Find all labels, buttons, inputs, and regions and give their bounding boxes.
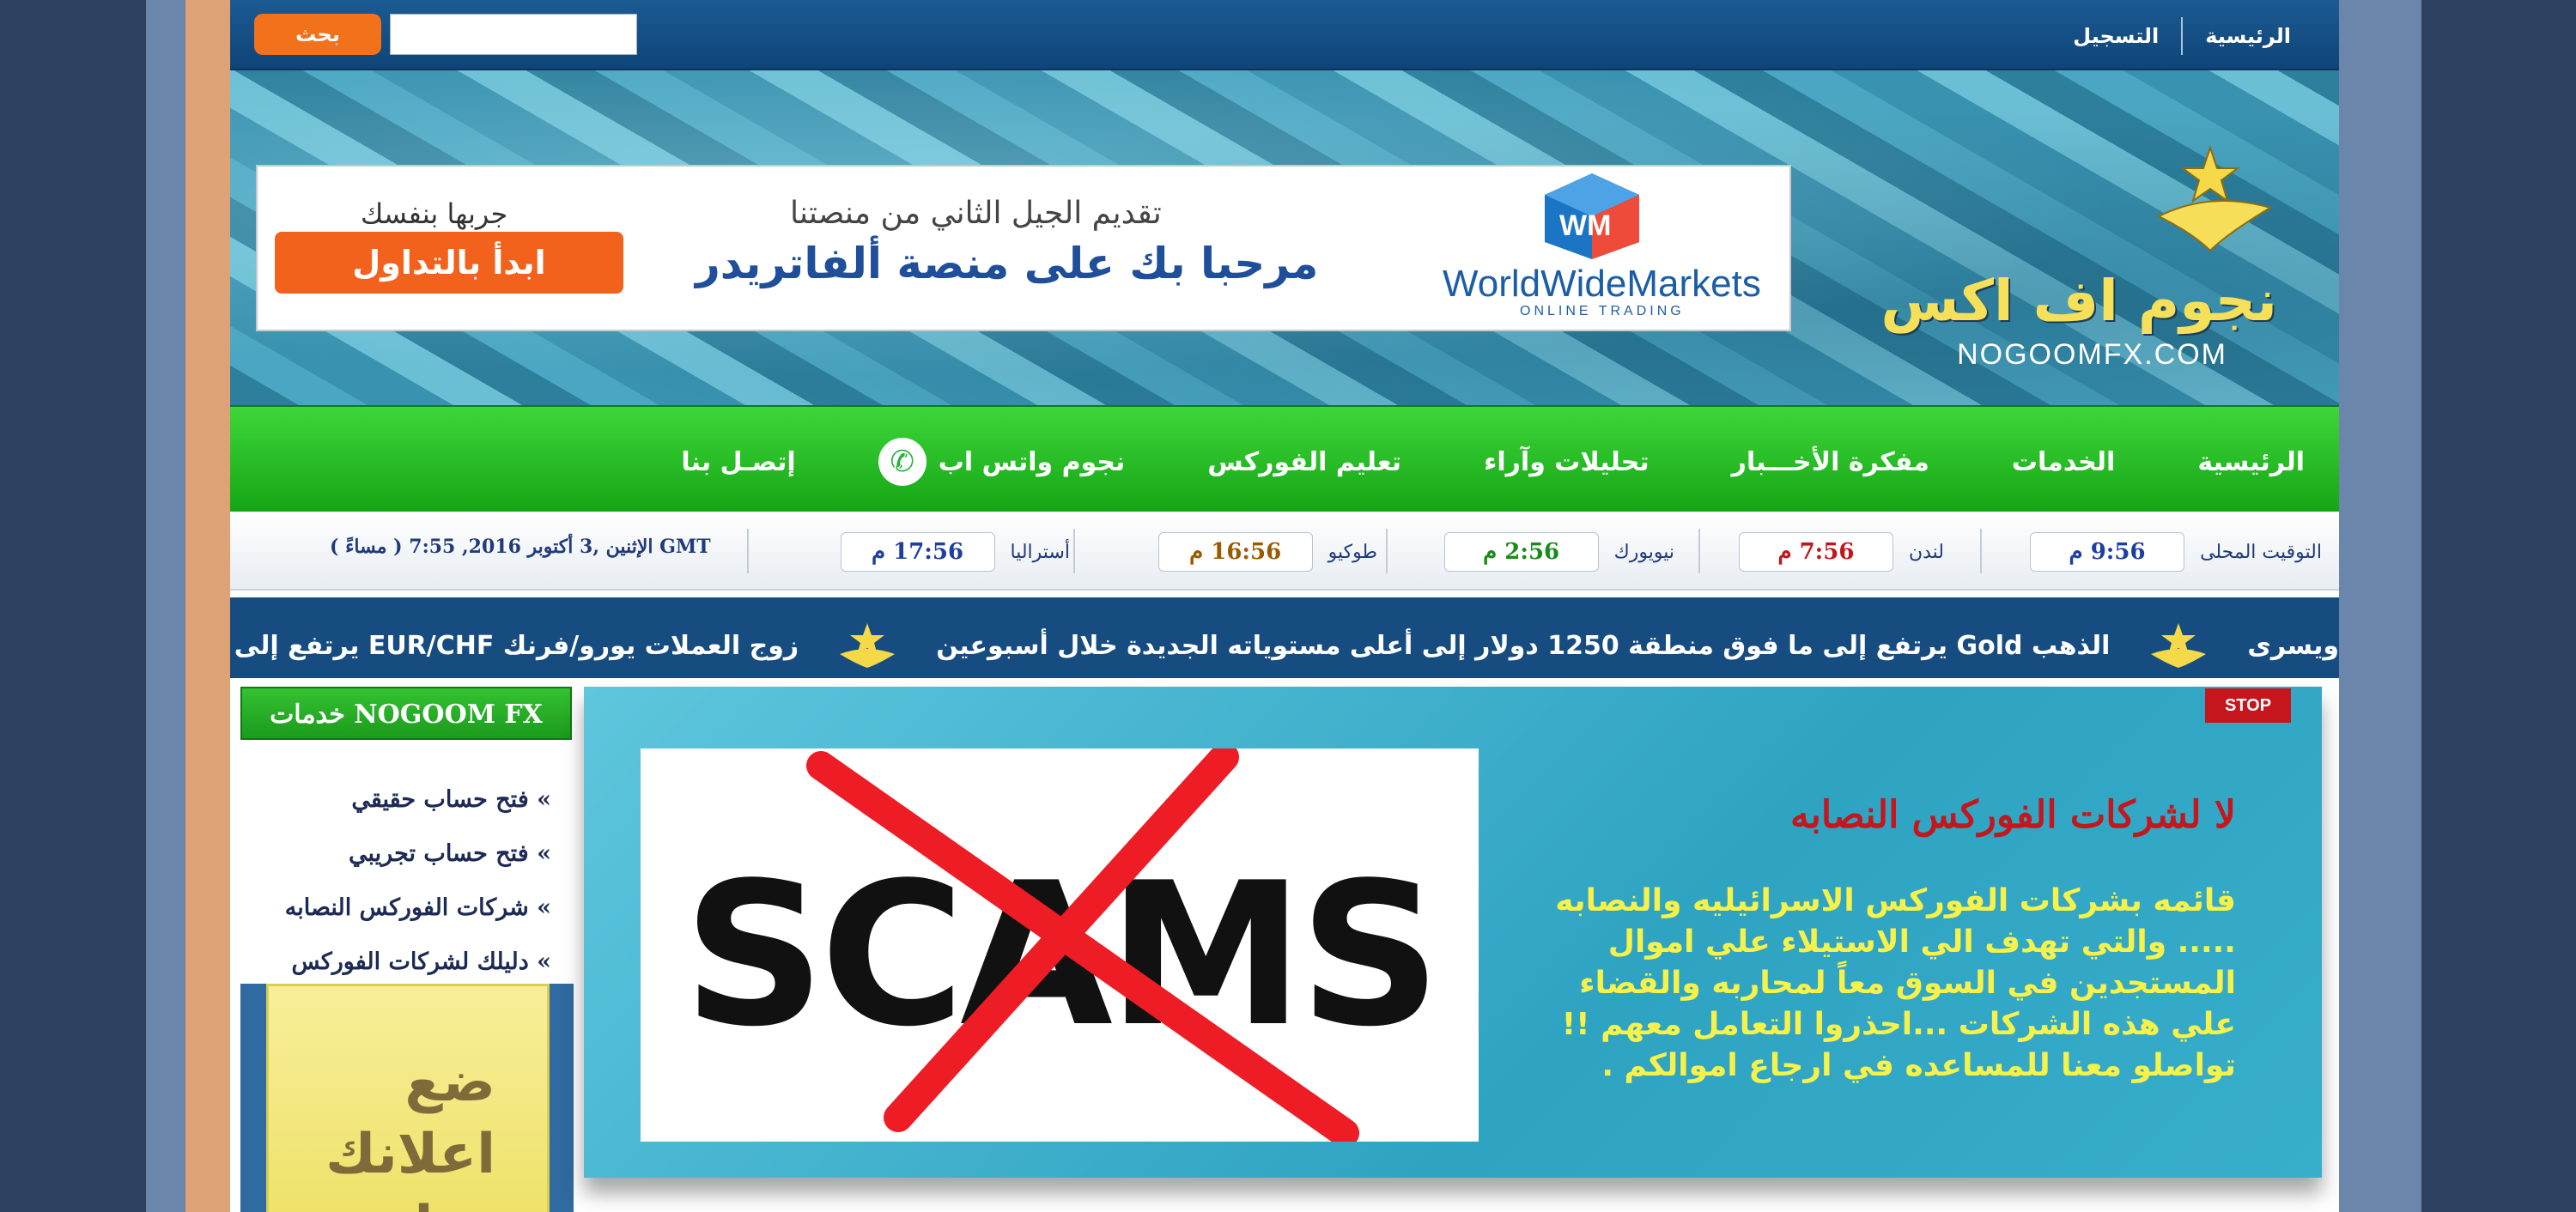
clock-divider	[747, 529, 749, 573]
clock-australia: أستراليا 17:56 م	[840, 532, 1070, 572]
search-input[interactable]	[390, 14, 637, 55]
ticker-item[interactable]: الذهب Gold يرتفع إلى ما فوق منطقة 1250 د…	[902, 631, 2144, 661]
sidebar-link-scam-companies[interactable]: » شركات الفوركس النصابه	[230, 881, 574, 935]
clock-local-label: التوقيت المحلى	[2200, 541, 2322, 563]
clock-divider	[1980, 529, 1982, 573]
clock-local-time: 9:56 م	[2030, 532, 2185, 572]
top-nav: الرئيسية التسجيل	[2050, 17, 2313, 55]
search-button[interactable]: بحث	[254, 14, 381, 55]
main-nav-news-calendar-label: مفكرة الأخـــبار	[1731, 446, 1929, 477]
ad-tagline: تقديم الجيل الثاني من منصتنا	[790, 196, 1162, 231]
clock-newyork-label: نيويورك	[1613, 541, 1674, 563]
star-logo-icon	[2151, 623, 2207, 668]
sidebar-link-demo-account[interactable]: » فتح حساب تجريبي	[230, 827, 574, 881]
ad-headline: مرحبا بك على منصة ألفاتريدر	[696, 239, 1319, 288]
top-nav-home[interactable]: الرئيسية	[2183, 24, 2313, 48]
ticker-item[interactable]: زوج العملات يورو/فرنك EUR/CHF يرتفع إلى …	[230, 631, 833, 661]
clock-london-time: 7:56 م	[1738, 532, 1893, 572]
header-ad-banner[interactable]: جربها بنفسك ابدأ بالتداول تقديم الجيل ال…	[256, 165, 1791, 331]
main-nav-analysis-label: تحليلات وآراء	[1484, 446, 1649, 477]
sidebar-ad[interactable]: ضع اعلانك هنا	[240, 984, 574, 1212]
worldwidemarkets-logo-icon: WM	[1545, 173, 1639, 259]
top-nav-divider	[2181, 17, 2184, 55]
main-nav-whatsapp[interactable]: نجوم واتس اب ✆	[837, 438, 1167, 486]
sidebar-ad-card: ضع اعلانك هنا	[266, 984, 550, 1212]
clock-australia-label: أستراليا	[1010, 541, 1070, 563]
clock-divider	[1386, 529, 1388, 573]
main-nav-contact-label: إتصـل بنا	[681, 446, 796, 477]
panel-body: قائمه بشركات الفوركس الاسرائيليه والنصاب…	[1555, 883, 2236, 1083]
site-container: الرئيسية التسجيل بحث جربها بنفسك ابدأ با…	[230, 0, 2339, 1212]
news-ticker: ويسرى الذهب Gold يرتفع إلى ما فوق منطقة …	[230, 597, 2339, 678]
sidebar-links: » فتح حساب حقيقي » فتح حساب تجريبي » شرك…	[230, 773, 574, 989]
sidebar-link-forex-guide[interactable]: » دليلك لشركات الفوركس	[230, 935, 574, 989]
world-clocks-bar: التوقيت المحلى 9:56 م لندن 7:56 م نيويور…	[230, 512, 2339, 591]
main-nav-whatsapp-label: نجوم واتس اب	[938, 446, 1126, 477]
sidebar-title: خدمات NOGOOM FX	[240, 687, 572, 740]
sidebar-link-real-account[interactable]: » فتح حساب حقيقي	[230, 773, 574, 827]
main-nav-services[interactable]: الخدمات	[1971, 438, 2156, 486]
clock-tokyo-label: طوكيو	[1327, 541, 1377, 563]
main-nav-home-label: الرئيسية	[2197, 446, 2305, 477]
ad-company-name: WorldWideMarkets	[1443, 263, 1761, 305]
top-bar: الرئيسية التسجيل بحث	[230, 0, 2339, 70]
site-header: جربها بنفسك ابدأ بالتداول تقديم الجيل ال…	[230, 70, 2339, 405]
main-nav-services-label: الخدمات	[2011, 446, 2116, 477]
svg-text:WM: WM	[1559, 209, 1611, 242]
clock-london-label: لندن	[1908, 541, 1944, 563]
stop-badge: STOP	[2205, 688, 2291, 723]
main-nav-forex-education-label: تعليم الفوركس	[1207, 446, 1402, 477]
ticker-item[interactable]: ويسرى	[2213, 631, 2339, 661]
main-nav-contact[interactable]: إتصـل بنا	[640, 438, 836, 486]
ad-slogan: جربها بنفسك	[361, 197, 508, 230]
clock-australia-time: 17:56 م	[840, 532, 995, 572]
brand-domain: NOGOOMFX.COM	[1957, 338, 2227, 371]
clock-divider	[1073, 529, 1075, 573]
top-nav-register[interactable]: التسجيل	[2050, 24, 2181, 48]
current-date: الإثنين ,3 أكتوبر 2016, 7:55 ( مساءً ) G…	[330, 536, 711, 558]
main-nav-home[interactable]: الرئيسية	[2156, 438, 2305, 486]
panel-title[interactable]: لا لشركات الفوركس النصابه	[1790, 793, 2236, 837]
whatsapp-icon: ✆	[878, 438, 927, 486]
sidebar-ad-text: ضع اعلانك هنا	[325, 1051, 495, 1212]
clock-tokyo: طوكيو 16:56 م	[1157, 532, 1377, 572]
main-nav: الرئيسية الخدمات مفكرة الأخـــبار تحليلا…	[230, 405, 2339, 512]
clock-divider	[1698, 529, 1700, 573]
ad-company-subtitle: ONLINE TRADING	[1520, 304, 1685, 318]
clock-newyork-time: 2:56 م	[1443, 532, 1599, 572]
main-nav-analysis[interactable]: تحليلات وآراء	[1443, 438, 1691, 486]
clock-newyork: نيويورك 2:56 م	[1443, 532, 1674, 572]
clock-tokyo-time: 16:56 م	[1157, 532, 1313, 572]
brand-name-arabic: نجوم اف اكس	[1880, 268, 2277, 334]
clock-london: لندن 7:56 م	[1738, 532, 1944, 572]
featured-panel: STOP SCAMS لا لشركات الفوركس النصابه قائ…	[584, 687, 2322, 1178]
scams-image[interactable]: SCAMS	[641, 748, 1479, 1142]
main-nav-news-calendar[interactable]: مفكرة الأخـــبار	[1691, 438, 1971, 486]
clock-local: التوقيت المحلى 9:56 م	[2030, 532, 2322, 572]
ticker-track: ويسرى الذهب Gold يرتفع إلى ما فوق منطقة …	[230, 620, 2339, 671]
star-logo-icon	[840, 623, 896, 668]
main-nav-forex-education[interactable]: تعليم الفوركس	[1166, 438, 1443, 486]
ad-start-trading-button[interactable]: ابدأ بالتداول	[275, 232, 623, 294]
